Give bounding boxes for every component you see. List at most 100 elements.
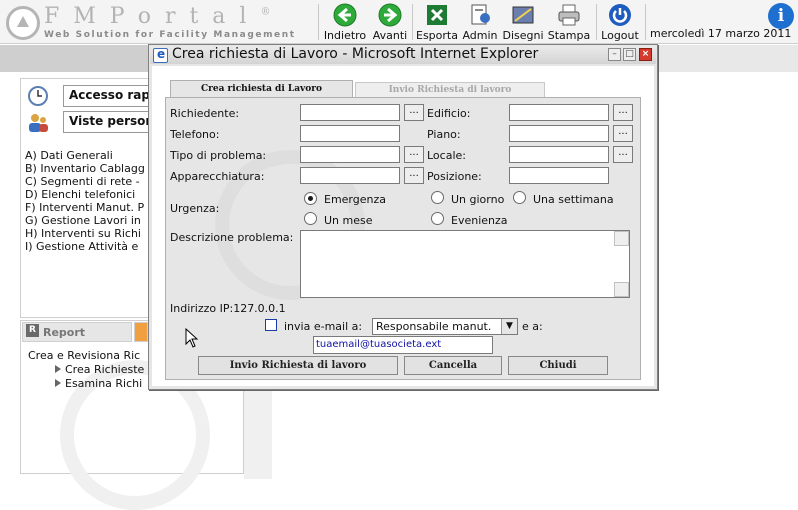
descrizione-textarea[interactable] [300,230,630,298]
maximize-button[interactable]: □ [623,48,636,61]
apparecchiatura-field[interactable] [300,167,400,184]
date-label: mercoledì 17 marzo 2011 [650,27,792,40]
ie-icon [153,47,168,63]
richiedente-label: Richiedente: [170,107,240,120]
radio-evenienza[interactable] [431,212,444,225]
toolbar-separator [412,4,413,40]
radio-evenienza-label: Evenienza [451,214,508,227]
logout-button[interactable]: Logout [599,2,641,42]
locale-lookup-button[interactable]: ... [613,146,633,163]
locale-field[interactable] [509,146,609,163]
telefono-field[interactable] [300,125,400,142]
drawings-icon [512,6,534,24]
tipo-problema-field[interactable] [300,146,400,163]
radio-un-mese[interactable] [304,212,317,225]
clock-icon [28,86,48,106]
menu-item-f[interactable]: F) Interventi Manut. P [25,201,144,214]
scroll-up-button[interactable] [614,231,629,246]
tab-invio-richiesta[interactable]: Invio Richiesta di lavoro [355,82,545,97]
tab-other[interactable] [134,322,148,342]
piano-lookup-button[interactable]: ... [613,125,633,142]
close-button[interactable]: Chiudi [508,356,608,375]
export-button[interactable]: Esporta [415,2,459,42]
menu-item-i[interactable]: I) Gestione Attività e [25,240,138,253]
tab-crea-richiesta[interactable]: Crea richiesta di Lavoro [170,80,353,97]
menu-item-b[interactable]: B) Inventario Cablagg [25,162,145,175]
menu-item-d[interactable]: D) Elenchi telefonici [25,188,135,201]
cancel-button[interactable]: Cancella [404,356,502,375]
edificio-label: Edificio: [427,107,471,120]
back-arrow-icon [333,3,357,27]
export-label: Esporta [416,29,458,42]
send-email-label: invia e-mail a: [284,320,363,333]
logo-icon [6,6,40,40]
posizione-label: Posizione: [427,170,482,183]
scroll-down-button[interactable] [614,282,629,297]
edificio-lookup-button[interactable]: ... [613,104,633,121]
logo-text: FMPortal® [44,4,271,29]
mouse-cursor-icon [185,328,199,348]
radio-emergenza[interactable] [304,192,317,205]
back-button[interactable]: Indietro [322,2,368,42]
power-icon [609,4,631,26]
back-label: Indietro [323,29,367,42]
forward-label: Avanti [372,29,408,42]
submit-request-button[interactable]: Invio Richiesta di lavoro [198,356,398,375]
menu-item-h[interactable]: H) Interventi su Richi [25,227,141,240]
menu-item-g[interactable]: G) Gestione Lavori in [25,214,141,227]
radio-emergenza-label: Emergenza [324,193,386,206]
printer-icon [558,4,580,26]
email-field[interactable]: tuaemail@tuasocieta.ext [313,336,493,354]
forward-button[interactable]: Avanti [370,2,410,42]
apparecchiatura-lookup-button[interactable]: ... [404,167,424,184]
users-icon [29,114,48,132]
dialog-title: Crea richiesta di Lavoro - Microsoft Int… [172,46,539,62]
edificio-field[interactable] [509,104,609,121]
radio-un-giorno-label: Un giorno [451,193,505,206]
tipo-problema-label: Tipo di problema: [170,149,267,162]
admin-label: Admin [462,29,498,42]
radio-un-mese-label: Un mese [324,214,373,227]
toolbar-separator [318,4,319,40]
logout-label: Logout [601,29,639,42]
close-window-button[interactable]: × [639,48,652,61]
richiedente-lookup-button[interactable]: ... [404,104,424,121]
apparecchiatura-label: Apparecchiatura: [170,170,265,183]
drawings-button[interactable]: Disegni [500,2,546,42]
ip-address-text: Indirizzo IP:127.0.0.1 [170,302,286,315]
radio-una-settimana-label: Una settimana [533,193,614,206]
logo-tagline: Web Solution for Facility Management [44,30,296,40]
admin-icon [471,4,490,25]
drawings-label: Disegni [502,29,544,42]
admin-button[interactable]: Admin [460,2,500,42]
forward-arrow-icon [378,3,402,27]
tree-item-esamina[interactable]: Esamina Richi [55,377,142,390]
tree-root[interactable]: Crea e Revisiona Ric [28,349,140,362]
report-icon: R [26,324,39,337]
menu-item-c[interactable]: C) Segmenti di rete - [25,175,140,188]
radio-una-settimana[interactable] [513,191,526,204]
piano-field[interactable] [509,125,609,142]
richiedente-field[interactable] [300,104,400,121]
chevron-down-icon[interactable]: ▼ [501,319,517,334]
print-button[interactable]: Stampa [546,2,592,42]
toolbar-separator [645,4,646,40]
posizione-field[interactable] [509,167,609,184]
minimize-button[interactable]: – [608,48,621,61]
tipo-problema-lookup-button[interactable]: ... [404,146,424,163]
info-icon[interactable]: i [768,3,794,29]
print-label: Stampa [547,29,591,42]
tree-expand-icon [55,379,61,387]
menu-item-a[interactable]: A) Dati Generali [25,149,113,162]
telefono-label: Telefono: [170,128,220,141]
radio-un-giorno[interactable] [431,191,444,204]
urgenza-label: Urgenza: [170,202,220,215]
tree-item-crea[interactable]: Crea Richieste [55,363,144,376]
piano-label: Piano: [427,128,461,141]
recipient-select[interactable]: Responsabile manut. [372,318,518,335]
toolbar-separator [596,4,597,40]
email-and-label: e a: [522,320,543,333]
descrizione-label: Descrizione problema: [170,231,294,244]
locale-label: Locale: [427,149,466,162]
send-email-checkbox[interactable] [265,319,277,331]
